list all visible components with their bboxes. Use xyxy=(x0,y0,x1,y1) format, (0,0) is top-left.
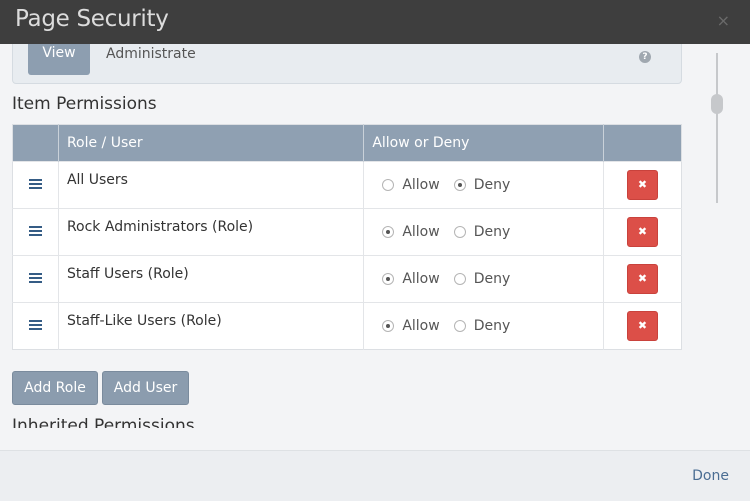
allow-radio[interactable] xyxy=(382,179,395,191)
drag-handle-cell[interactable] xyxy=(12,255,59,303)
delete-cell: ✖ xyxy=(603,208,682,256)
deny-label[interactable]: Deny xyxy=(474,177,511,193)
deny-label[interactable]: Deny xyxy=(474,271,511,287)
deny-label[interactable]: Deny xyxy=(474,318,511,334)
reorder-handle-icon[interactable] xyxy=(28,320,42,330)
role-user-cell: Staff-Like Users (Role) xyxy=(58,302,365,350)
modal-title: Page Security xyxy=(15,6,169,32)
drag-handle-cell[interactable] xyxy=(12,302,59,350)
col-header-handle xyxy=(12,124,59,162)
table-row: Staff-Like Users (Role) Allow Deny ✖ xyxy=(12,302,682,350)
allow-deny-cell: Allow Deny xyxy=(363,161,605,209)
done-link[interactable]: Done xyxy=(692,468,729,484)
modal-body[interactable]: View Administrate ? Item Permissions Rol… xyxy=(0,44,750,428)
role-user-cell: All Users xyxy=(58,161,365,209)
inherited-permissions-title: Inherited Permissions xyxy=(12,416,195,428)
allow-deny-cell: Allow Deny xyxy=(363,208,605,256)
allow-label[interactable]: Allow xyxy=(402,271,439,287)
drag-handle-cell[interactable] xyxy=(12,208,59,256)
allow-radio[interactable] xyxy=(382,320,395,332)
add-user-button[interactable]: Add User xyxy=(102,371,189,405)
close-icon[interactable]: × xyxy=(717,11,730,30)
drag-handle-cell[interactable] xyxy=(12,161,59,209)
delete-cell: ✖ xyxy=(603,302,682,350)
question-circle-icon[interactable]: ? xyxy=(639,51,651,63)
delete-button[interactable]: ✖ xyxy=(627,170,659,200)
col-header-role-user: Role / User xyxy=(58,124,365,162)
scrollbar-track[interactable] xyxy=(716,53,718,203)
table-row: Rock Administrators (Role) Allow Deny ✖ xyxy=(12,208,682,256)
table-row: Staff Users (Role) Allow Deny ✖ xyxy=(12,255,682,303)
reorder-handle-icon[interactable] xyxy=(28,179,42,189)
allow-radio[interactable] xyxy=(382,226,395,238)
add-role-button[interactable]: Add Role xyxy=(12,371,98,405)
deny-radio[interactable] xyxy=(453,320,466,332)
modal-header: Page Security × xyxy=(0,0,750,44)
role-user-cell: Staff Users (Role) xyxy=(58,255,365,303)
delete-cell: ✖ xyxy=(603,161,682,209)
deny-label[interactable]: Deny xyxy=(474,224,511,240)
deny-radio[interactable] xyxy=(453,226,466,238)
allow-label[interactable]: Allow xyxy=(402,224,439,240)
role-user-name: Staff-Like Users (Role) xyxy=(66,313,222,329)
allow-label[interactable]: Allow xyxy=(402,318,439,334)
deny-radio[interactable] xyxy=(453,179,466,191)
role-user-cell: Rock Administrators (Role) xyxy=(58,208,365,256)
role-user-name: Staff Users (Role) xyxy=(66,266,189,282)
allow-deny-cell: Allow Deny xyxy=(363,255,605,303)
action-role-text: Administrate xyxy=(106,46,196,62)
allow-label[interactable]: Allow xyxy=(402,177,439,193)
deny-radio[interactable] xyxy=(453,273,466,285)
item-permissions-title: Item Permissions xyxy=(12,94,157,114)
delete-cell: ✖ xyxy=(603,255,682,303)
delete-button[interactable]: ✖ xyxy=(627,311,659,341)
reorder-handle-icon[interactable] xyxy=(28,226,42,236)
allow-radio[interactable] xyxy=(382,273,395,285)
col-header-actions xyxy=(603,124,682,162)
col-header-allow-deny: Allow or Deny xyxy=(363,124,605,162)
modal-footer: Done xyxy=(0,450,750,501)
permissions-table: Role / User Allow or Deny All Users Allow… xyxy=(12,124,682,350)
reorder-handle-icon[interactable] xyxy=(28,273,42,283)
scrollbar-thumb[interactable] xyxy=(711,94,723,114)
delete-button[interactable]: ✖ xyxy=(627,264,659,294)
role-user-name: Rock Administrators (Role) xyxy=(66,219,254,235)
allow-deny-cell: Allow Deny xyxy=(363,302,605,350)
table-row: All Users Allow Deny ✖ xyxy=(12,161,682,209)
action-panel: View Administrate ? xyxy=(12,44,682,84)
delete-button[interactable]: ✖ xyxy=(627,217,659,247)
action-view-button[interactable]: View xyxy=(28,44,90,75)
role-user-name: All Users xyxy=(66,172,128,188)
